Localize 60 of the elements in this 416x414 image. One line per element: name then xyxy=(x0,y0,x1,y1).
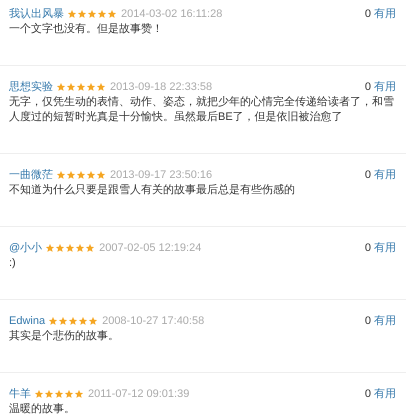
star-icon xyxy=(75,243,86,253)
star-icon xyxy=(78,316,88,326)
useful-link[interactable]: 有用 xyxy=(374,312,396,330)
vote-count: 0 xyxy=(364,314,371,329)
star-icon xyxy=(86,82,96,92)
reviewer-name[interactable]: 牛羊 xyxy=(9,386,31,402)
reviewer-name[interactable]: 我认出风暴 xyxy=(9,6,64,22)
star-icon xyxy=(67,9,77,19)
useful-link[interactable]: 有用 xyxy=(374,6,396,22)
useful-link[interactable]: 有用 xyxy=(374,386,396,402)
review-comment: 不知道为什么只要是跟雪人有关的故事最后总是有些伤感的 xyxy=(9,183,296,198)
review-time: 2011-07-12 09:01:39 xyxy=(88,386,190,402)
review-time: 2014-03-02 16:11:28 xyxy=(121,6,222,22)
vote-count: 0 xyxy=(364,6,371,22)
vote-count: 0 xyxy=(364,386,371,402)
review-time: 2013-09-17 23:50:16 xyxy=(110,168,212,183)
star-icon xyxy=(56,82,66,92)
star-icon xyxy=(66,82,76,92)
star-icon xyxy=(85,243,96,253)
star-icon xyxy=(68,316,78,326)
star-icon xyxy=(86,170,96,180)
vote-count: 0 xyxy=(364,240,371,256)
star-icon xyxy=(74,389,84,399)
star-icon xyxy=(58,316,68,326)
star-icon xyxy=(96,170,106,180)
reviewer-name[interactable]: @小小 xyxy=(9,240,42,256)
review-comment: :) xyxy=(9,256,17,271)
reviewer-name[interactable]: Edwina xyxy=(9,312,46,330)
review-comment: 其实是个悲伤的故事。 xyxy=(9,329,120,344)
vote-count: 0 xyxy=(364,80,371,95)
star-icon xyxy=(54,389,64,399)
useful-link[interactable]: 有用 xyxy=(374,240,396,256)
star-icon xyxy=(96,82,106,92)
star-icon xyxy=(97,9,107,19)
review-comment: 温暖的故事。 xyxy=(9,402,76,414)
star-icon xyxy=(45,243,56,253)
review-time: 2013-09-18 22:33:58 xyxy=(110,80,212,95)
star-icon xyxy=(76,82,86,92)
review-time: 2008-10-27 17:40:58 xyxy=(102,314,204,329)
star-icon xyxy=(87,9,97,19)
review-comment: 一个文字也没有。但是故事赞！ xyxy=(9,22,164,37)
reviewer-name[interactable]: 思想实验 xyxy=(9,78,53,96)
reviewer-name[interactable]: 一曲微茫 xyxy=(9,166,53,184)
star-icon xyxy=(76,170,86,180)
review-comment: 无字，仅凭生动的表情、动作、姿态，就把少年的心情完全传递给读者了，和雪人度过的短暂时光真是十分愉快。虽然最后BE了，但是依旧被治愈了 xyxy=(9,95,395,125)
star-icon xyxy=(64,389,74,399)
star-icon xyxy=(55,243,66,253)
star-icon xyxy=(107,9,117,19)
star-icon xyxy=(77,9,87,19)
review-time: 2007-02-05 12:19:24 xyxy=(99,240,202,256)
star-icon xyxy=(66,170,76,180)
star-icon xyxy=(56,170,66,180)
star-icon xyxy=(65,243,76,253)
vote-count: 0 xyxy=(364,168,371,183)
useful-link[interactable]: 有用 xyxy=(374,78,396,96)
star-icon xyxy=(34,389,44,399)
star-icon xyxy=(48,316,58,326)
star-icon xyxy=(88,316,98,326)
useful-link[interactable]: 有用 xyxy=(374,166,396,184)
star-icon xyxy=(44,389,54,399)
